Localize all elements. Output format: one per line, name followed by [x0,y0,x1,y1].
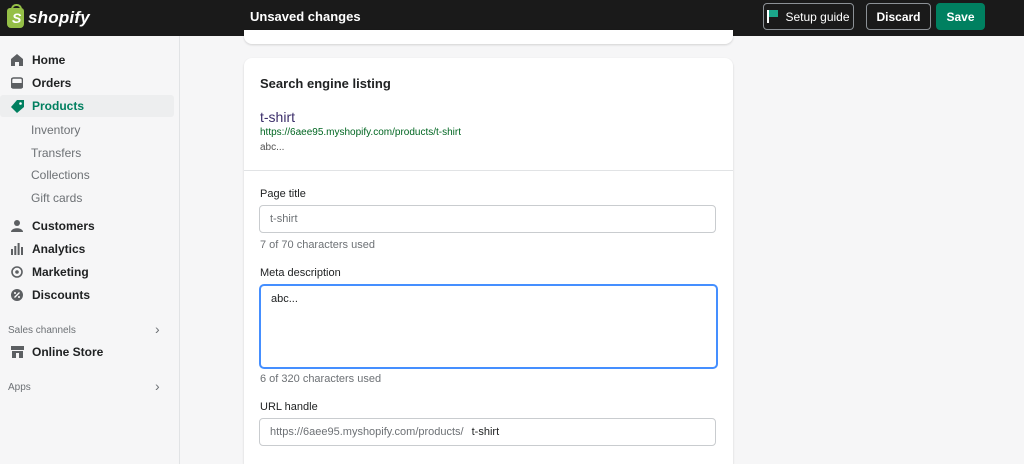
sidebar-item-label: Home [32,53,66,67]
page-title-input[interactable]: t-shirt [259,205,716,233]
page-title-char-count: 7 of 70 characters used [260,239,375,251]
seo-preview-title: t-shirt [260,109,295,125]
setup-guide-label: Setup guide [785,9,850,24]
chevron-right-icon[interactable]: › [155,378,160,394]
divider [244,170,733,171]
brand-name: shopify [28,8,90,27]
sidebar-item-label: Online Store [32,345,104,359]
sidebar-item-orders[interactable]: Orders [0,72,174,94]
apps-heading: Apps [8,382,31,393]
meta-description-char-count: 6 of 320 characters used [260,373,382,385]
sidebar-subitem-inventory[interactable]: Inventory [31,123,80,137]
sidebar-item-home[interactable]: Home [0,49,174,71]
flag-icon [767,10,779,23]
shopify-logo[interactable]: S shopify [7,4,247,28]
sidebar-subitem-transfers[interactable]: Transfers [31,146,81,160]
tag-icon [10,99,24,113]
url-handle-value: t-shirt [471,426,500,438]
previous-card [244,30,733,44]
person-icon [10,219,24,233]
home-icon [10,53,24,67]
page-title-label: Page title [260,188,306,200]
setup-guide-button[interactable]: Setup guide [763,3,854,30]
bar-chart-icon [10,242,24,256]
sidebar-item-label: Analytics [32,242,86,256]
meta-description-textarea[interactable]: abc... [259,284,718,369]
chevron-right-icon[interactable]: › [155,321,160,337]
sidebar-item-online-store[interactable]: Online Store [0,341,174,363]
sidebar-subitem-collections[interactable]: Collections [31,168,90,182]
search-engine-listing-card: Search engine listing t-shirt https://6a… [244,58,733,464]
store-icon [10,345,24,359]
discount-icon [10,288,24,302]
url-handle-label: URL handle [260,401,318,413]
save-button[interactable]: Save [936,3,985,30]
sidebar-item-discounts[interactable]: Discounts [0,284,174,306]
target-icon [10,265,24,279]
sidebar-item-label: Products [32,99,85,113]
sidebar-item-label: Discounts [32,288,91,302]
meta-description-label: Meta description [260,267,341,279]
sidebar: Home Orders Products Inventory Transfers… [0,36,180,464]
seo-preview-url: https://6aee95.myshopify.com/products/t-… [260,127,462,138]
seo-preview-description: abc... [260,142,285,153]
sidebar-item-products[interactable]: Products [0,95,174,117]
orders-icon [10,76,24,90]
sidebar-item-customers[interactable]: Customers [0,215,174,237]
sidebar-item-marketing[interactable]: Marketing [0,261,174,283]
url-handle-input[interactable]: https://6aee95.myshopify.com/products/ t… [259,418,716,446]
sidebar-item-label: Marketing [32,265,89,279]
sidebar-item-label: Orders [32,76,72,90]
sales-channels-heading: Sales channels [8,325,76,336]
sidebar-item-label: Customers [32,219,95,233]
url-handle-prefix: https://6aee95.myshopify.com/products/ [270,426,464,438]
sidebar-item-analytics[interactable]: Analytics [0,238,174,260]
unsaved-changes-label: Unsaved changes [250,9,361,24]
card-title: Search engine listing [260,76,391,91]
shopify-bag-icon: S [7,4,24,28]
sidebar-subitem-gift-cards[interactable]: Gift cards [31,191,82,205]
discard-button[interactable]: Discard [866,3,931,30]
